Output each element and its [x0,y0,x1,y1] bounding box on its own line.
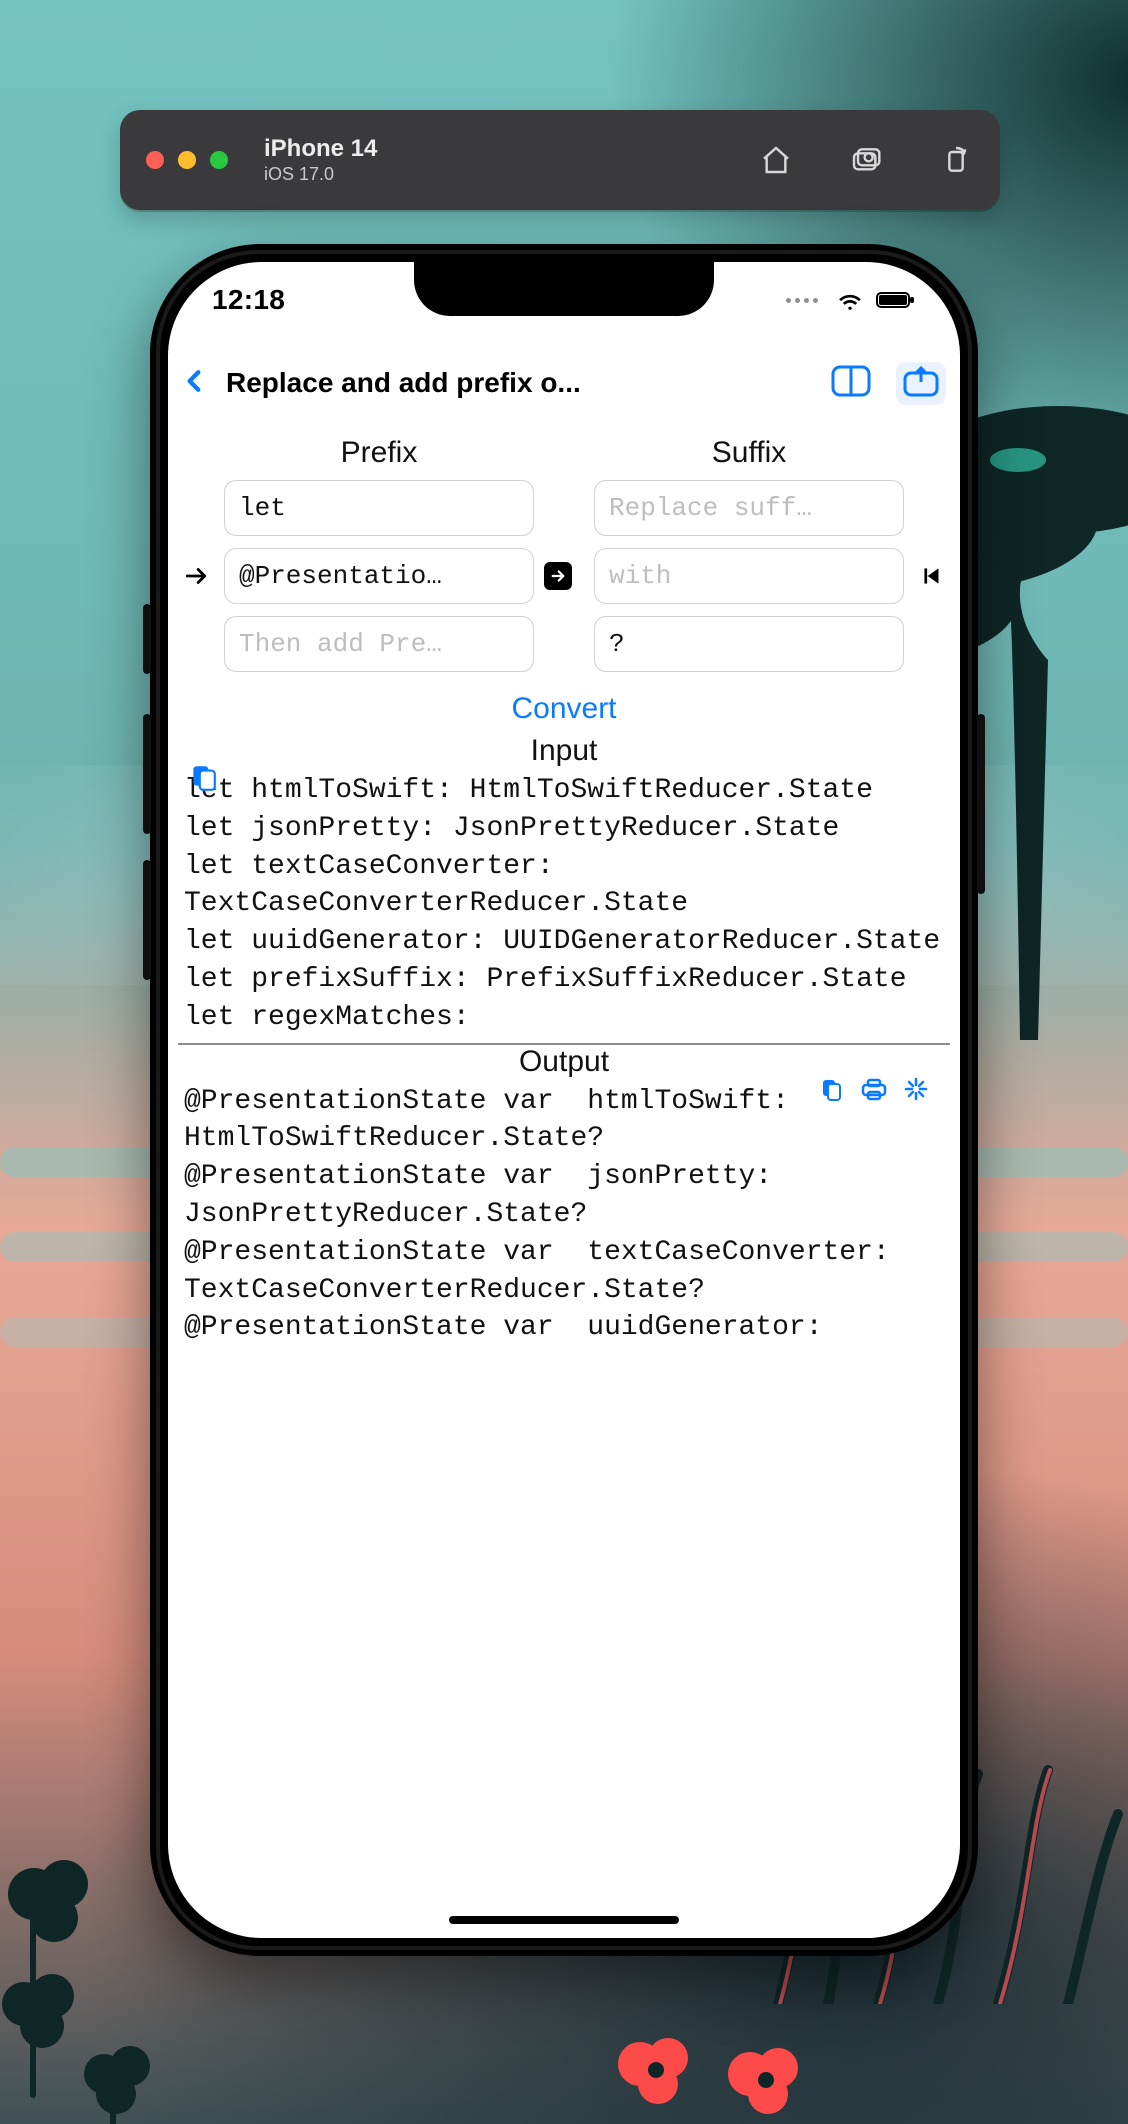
arrow-right-icon [183,563,209,589]
wifi-icon [836,289,864,311]
prefix-header: Prefix [224,430,534,480]
sparkle-icon [904,1077,928,1101]
rotate-button[interactable] [938,142,974,178]
copy-button[interactable] [820,1077,844,1103]
flowers [600,2004,860,2124]
prefix-with-input[interactable]: @Presentatio… [224,548,534,604]
battery-icon [876,290,916,310]
prefix-add-input[interactable]: Then add Pre… [224,616,534,672]
home-button[interactable] [758,142,794,178]
convert-button[interactable]: Convert [178,672,950,734]
arrow-right-boxed-icon [549,567,567,585]
nav-bar: Replace and add prefix o... [168,348,960,418]
printer-icon [860,1077,888,1101]
side-button [977,714,985,894]
zoom-window-icon[interactable] [210,151,228,169]
center-arrow-button[interactable] [544,562,572,590]
output-code[interactable]: @PresentationState var htmlToSwift: Html… [178,1079,950,1348]
share-up-icon [900,364,942,398]
back-button[interactable] [182,363,208,404]
paste-button[interactable] [190,762,216,797]
skip-start-icon [919,563,945,589]
window-traffic-lights[interactable] [146,151,228,169]
chevron-left-icon [182,363,208,399]
skip-start-button[interactable] [914,563,950,589]
suffix-header: Suffix [594,430,904,480]
left-arrow-button[interactable] [178,563,214,589]
volume-down [143,860,151,980]
simulator-toolbar: iPhone 14 iOS 17.0 [120,110,1000,210]
home-indicator[interactable] [449,1916,679,1924]
clock: 12:18 [212,284,285,316]
camera-stack-icon [850,144,882,176]
notch [414,262,714,316]
copy-icon [820,1077,844,1103]
screenshot-button[interactable] [848,142,884,178]
prefix-replace-input[interactable]: let [224,480,534,536]
split-view-button[interactable] [830,364,872,403]
output-section-title: Output [178,1045,950,1079]
cell-dots-icon [786,298,818,303]
device-name: iPhone 14 [264,135,377,163]
volume-up [143,714,151,834]
suffix-with-input[interactable]: with [594,548,904,604]
columns-icon [830,364,872,398]
output-actions [820,1077,928,1103]
page-title: Replace and add prefix o... [226,367,581,399]
sparkle-button[interactable] [904,1077,928,1103]
content: Prefix Suffix let Replace suff… @Present… [168,430,960,1938]
home-icon [760,144,792,176]
screen: 12:18 Replace and add prefix o... [168,262,960,1938]
share-button[interactable] [896,362,946,405]
iphone-frame: 12:18 Replace and add prefix o... [150,244,978,1956]
input-section-title: Input [178,734,950,768]
simulator-title: iPhone 14 iOS 17.0 [264,135,377,185]
suffix-add-input[interactable]: ? [594,616,904,672]
device-os: iOS 17.0 [264,164,377,185]
paste-icon [190,762,216,792]
minimize-window-icon[interactable] [178,151,196,169]
print-button[interactable] [860,1077,888,1103]
ringer-switch [143,604,151,674]
suffix-replace-input[interactable]: Replace suff… [594,480,904,536]
status-icons [786,289,916,311]
rotate-icon [940,144,972,176]
input-code[interactable]: let htmlToSwift: HtmlToSwiftReducer.Stat… [178,768,950,1037]
close-window-icon[interactable] [146,151,164,169]
